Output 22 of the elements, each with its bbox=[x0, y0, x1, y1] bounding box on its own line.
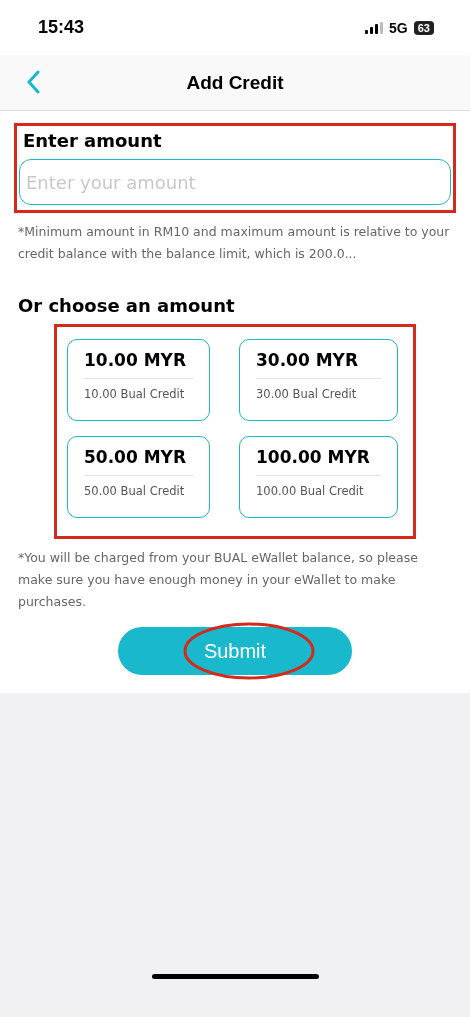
page-title: Add Credit bbox=[186, 71, 284, 94]
amount-card[interactable]: 30.00 MYR 30.00 Bual Credit bbox=[239, 339, 398, 421]
back-icon[interactable] bbox=[26, 70, 40, 94]
field-label: Enter amount bbox=[22, 130, 163, 151]
amount-text: 30.00 MYR bbox=[256, 350, 381, 379]
footnote-text: *You will be charged from your BUAL eWallet balance, so please make sure you have enough money in your eWallet to make purchases. bbox=[18, 549, 419, 611]
status-time: 15:43 bbox=[38, 17, 85, 38]
note-text: *Minimum amount in RM10 and maximum amount is relative to your credit balance with the balance limit, which is 200.0... bbox=[18, 223, 451, 263]
signal-icon bbox=[365, 21, 384, 34]
battery-level: 63 bbox=[413, 20, 434, 35]
credit-text: 10.00 Bual Credit bbox=[84, 387, 186, 401]
amount-text: 10.00 MYR bbox=[84, 350, 193, 379]
amount-card[interactable]: 50.00 MYR 50.00 Bual Credit bbox=[67, 436, 210, 518]
credit-text: 50.00 Bual Credit bbox=[84, 484, 186, 498]
section-title: Or choose an amount bbox=[18, 295, 236, 316]
network-label: 5G bbox=[389, 19, 408, 36]
credit-text: 100.00 Bual Credit bbox=[256, 484, 365, 498]
amount-text: 50.00 MYR bbox=[84, 447, 193, 476]
amount-card[interactable]: 10.00 MYR 10.00 Bual Credit bbox=[67, 339, 210, 421]
amount-text: 100.00 MYR bbox=[256, 447, 381, 476]
credit-text: 30.00 Bual Credit bbox=[256, 387, 358, 401]
amount-card[interactable]: 100.00 MYR 100.00 Bual Credit bbox=[239, 436, 398, 518]
